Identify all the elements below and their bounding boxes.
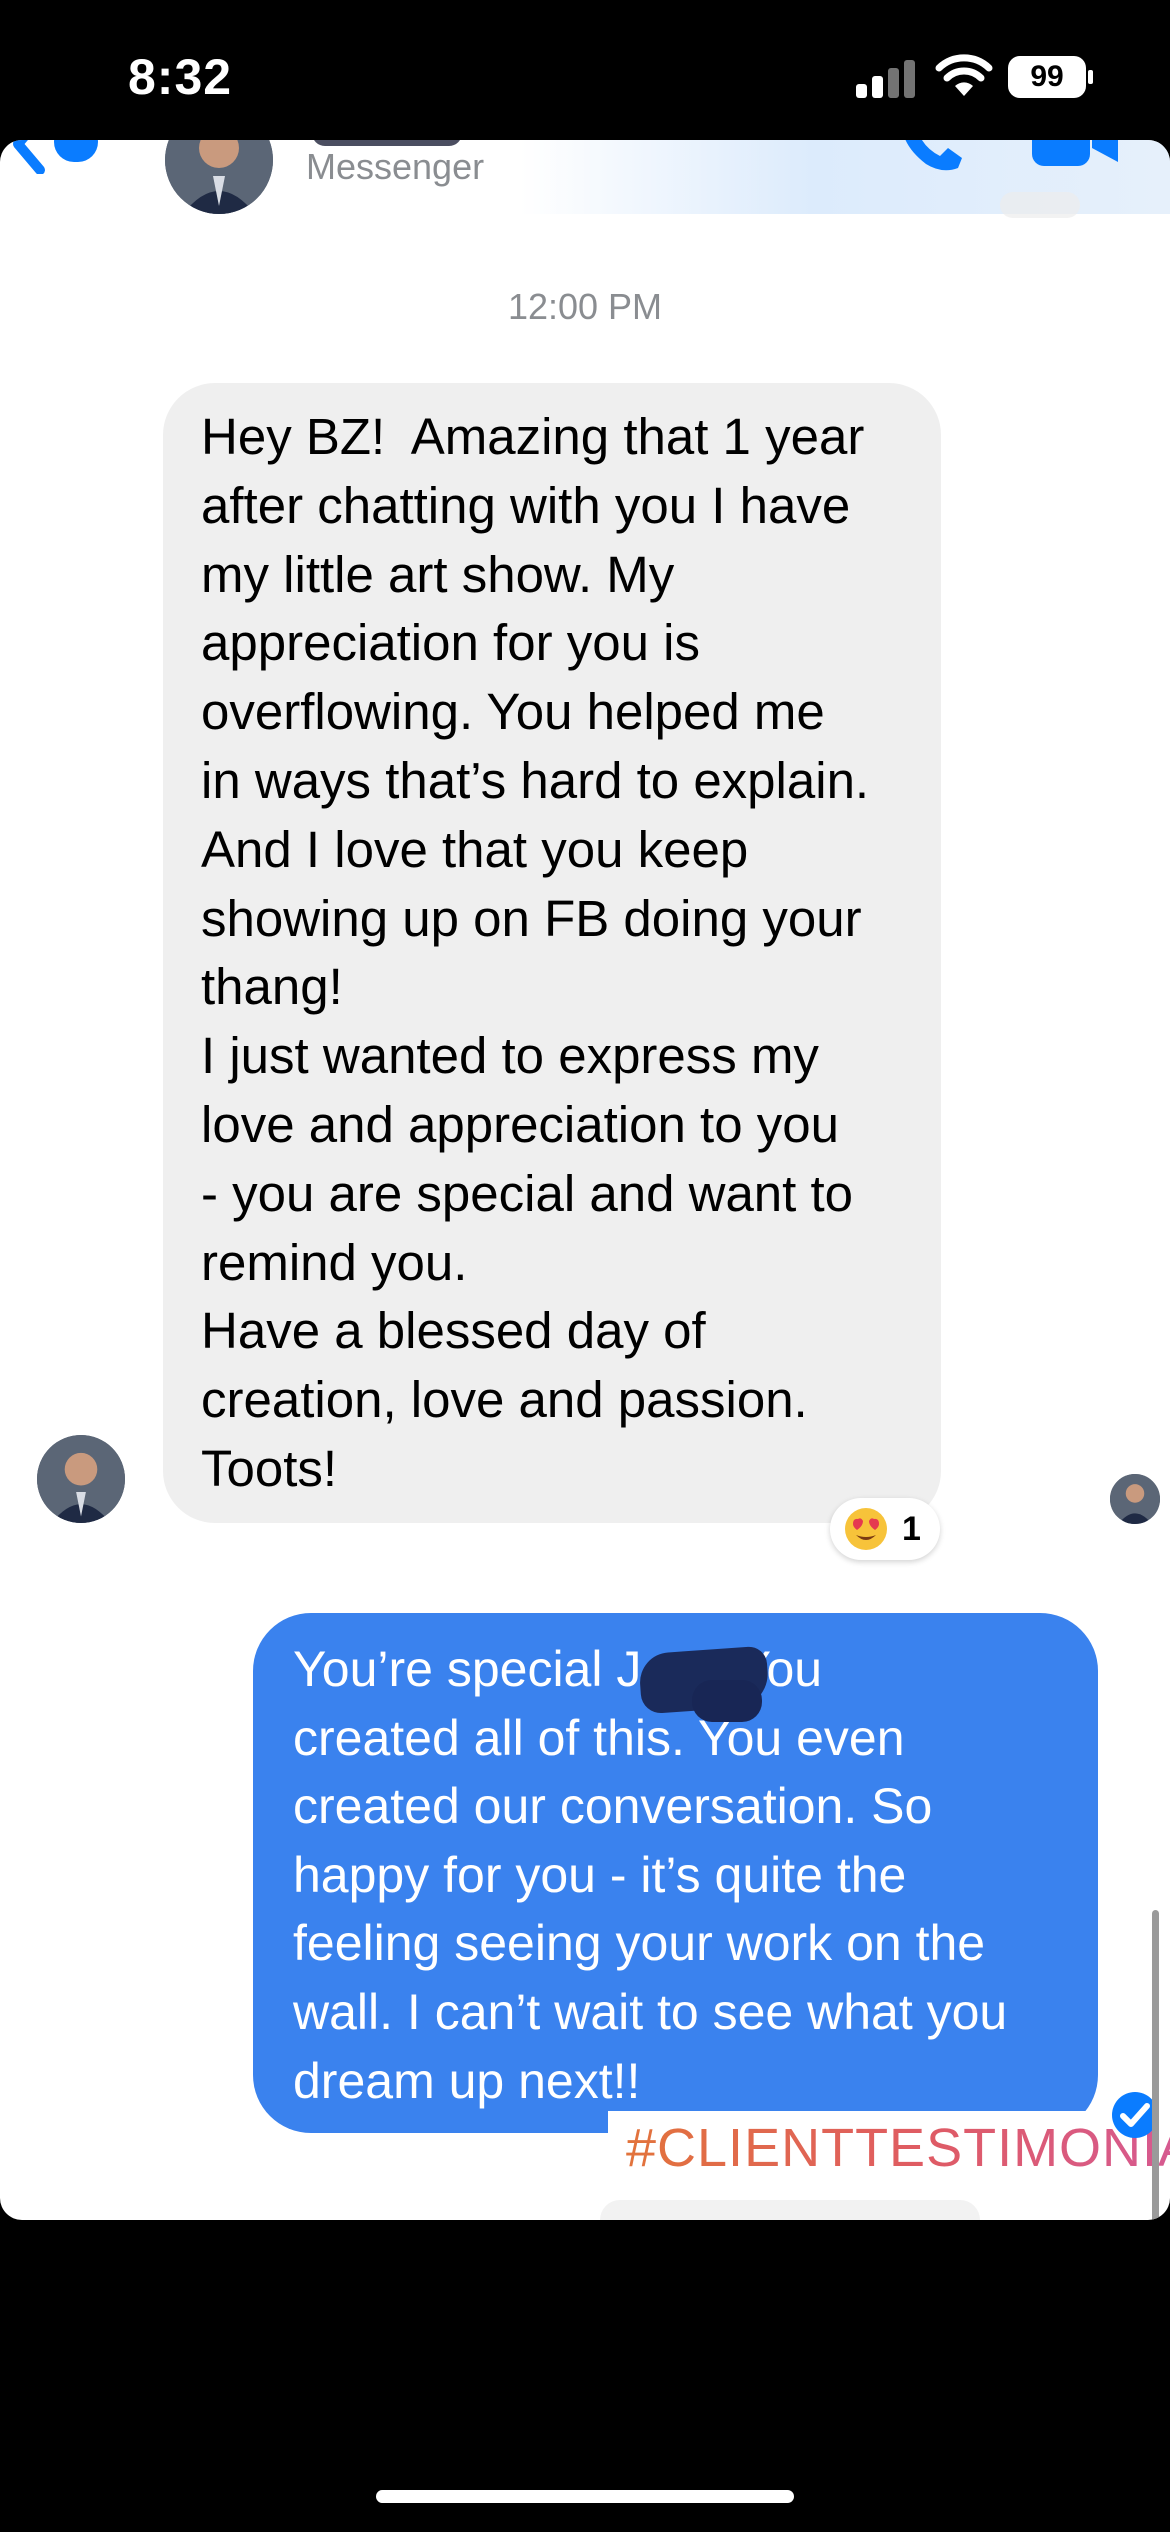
contact-avatar[interactable]	[165, 140, 273, 214]
message-reaction[interactable]: 1	[830, 1498, 940, 1560]
next-message-edge	[600, 2200, 980, 2220]
hashtag-sticker: #CLIENTTESTIMONIAL	[608, 2111, 1170, 2191]
hashtag-text: #CLIENTTESTIMONIAL	[626, 2117, 1170, 2179]
battery-level: 99	[1030, 60, 1064, 93]
wifi-icon	[935, 54, 993, 96]
heart-eyes-emoji-icon	[845, 1508, 887, 1550]
header-edge	[1000, 192, 1080, 218]
cellular-signal-icon	[856, 58, 916, 98]
sender-avatar[interactable]	[37, 1435, 125, 1523]
back-arrow-icon[interactable]	[10, 140, 100, 174]
battery-icon: 99	[1008, 56, 1086, 98]
messenger-conversation: Messenger 12:00 PM Hey BZ! Amazing that …	[0, 140, 1170, 2220]
incoming-message-text: Hey BZ! Amazing that 1 year after chatti…	[201, 408, 870, 1497]
header-subtitle: Messenger	[306, 146, 485, 187]
scrollbar[interactable]	[1152, 1910, 1159, 2220]
phone-call-icon[interactable]	[896, 140, 968, 174]
reaction-count: 1	[902, 1510, 921, 1548]
home-indicator[interactable]	[376, 2490, 794, 2503]
status-time: 8:32	[128, 49, 233, 105]
battery-cap	[1088, 70, 1093, 84]
seen-receipt-avatar	[1110, 1474, 1160, 1524]
status-bar: 8:32 99	[0, 0, 1170, 140]
video-call-icon[interactable]	[1030, 140, 1122, 170]
message-timestamp: 12:00 PM	[507, 286, 663, 327]
redaction-mark-secondary	[692, 1680, 762, 1722]
incoming-message-bubble[interactable]: Hey BZ! Amazing that 1 year after chatti…	[163, 383, 941, 1523]
